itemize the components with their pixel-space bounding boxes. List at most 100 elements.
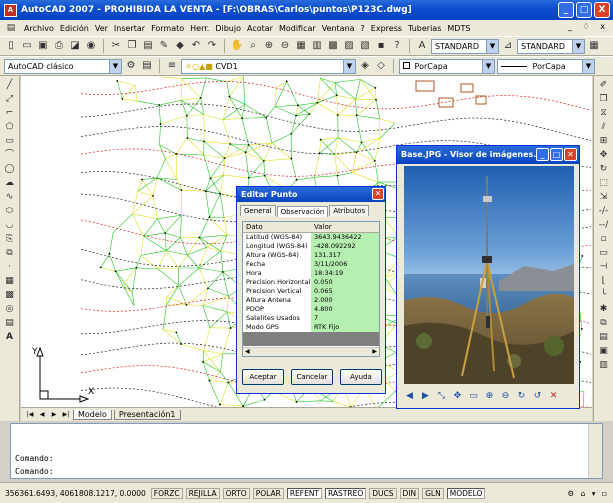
menu-tuberias[interactable]: Tuberias xyxy=(408,24,441,33)
stretch-icon[interactable]: ⇲ xyxy=(597,190,611,203)
hatch-icon[interactable]: ▦ xyxy=(3,274,17,287)
rectangle-icon[interactable]: ▭ xyxy=(3,134,17,147)
layer-previous-icon[interactable]: ◇ xyxy=(374,59,388,73)
row-value[interactable]: 7 xyxy=(311,314,379,323)
insert-block-icon[interactable]: ⎘ xyxy=(3,232,17,245)
row-value[interactable]: 4.800 xyxy=(311,305,379,314)
paste-icon[interactable]: ▤ xyxy=(141,39,155,53)
toggle-forzc[interactable]: FORZC xyxy=(150,487,183,499)
redo-icon[interactable]: ↷ xyxy=(205,39,219,53)
construction-line-icon[interactable]: ⤢ xyxy=(3,92,17,105)
explode-icon[interactable]: ✱ xyxy=(597,302,611,315)
region-icon[interactable]: ◎ xyxy=(3,302,17,315)
rotate-counterclockwise-icon[interactable]: ↺ xyxy=(531,390,544,403)
row-value[interactable]: -428.092292 xyxy=(311,242,379,251)
table-row[interactable]: Satelites Usados 7 xyxy=(243,314,379,323)
coordinates-readout[interactable]: 356361.6493, 4061808.1217, 0.0000 xyxy=(3,488,148,498)
menu-dibujo[interactable]: Dibujo xyxy=(215,24,241,33)
menu-ayuda[interactable]: ? xyxy=(361,24,365,33)
table-icon[interactable]: ▤ xyxy=(3,316,17,329)
line-icon[interactable]: ╱ xyxy=(3,78,17,91)
area-icon[interactable]: ▥ xyxy=(597,358,611,371)
tool-palettes-icon[interactable]: ▩ xyxy=(326,39,340,53)
chevron-down-icon[interactable]: ▼ xyxy=(482,59,494,73)
close-button[interactable]: X xyxy=(594,2,610,18)
column-dato[interactable]: Dato xyxy=(243,222,311,232)
move-icon[interactable]: ✥ xyxy=(597,148,611,161)
slideshow-icon[interactable]: ▭ xyxy=(467,390,480,403)
menu-mdts[interactable]: MDTS xyxy=(447,24,470,33)
table-row[interactable]: Longitud (WGS-84) -428.092292 xyxy=(243,242,379,251)
dialog-close-button[interactable]: ✕ xyxy=(372,188,384,200)
revision-cloud-icon[interactable]: ☁ xyxy=(3,176,17,189)
table-row[interactable]: Latitud (WGS-84) 3643.9436422 xyxy=(243,233,379,242)
toggle-gln[interactable]: GLN xyxy=(422,487,444,499)
sheet-set-icon[interactable]: ▨ xyxy=(342,39,356,53)
chevron-down-icon[interactable]: ▼ xyxy=(572,39,584,53)
rotate-icon[interactable]: ↻ xyxy=(597,162,611,175)
toggle-orto[interactable]: ORTO xyxy=(222,487,250,499)
viewer-minimize-button[interactable]: _ xyxy=(536,148,549,161)
extend-icon[interactable]: --/ xyxy=(597,218,611,231)
table-row[interactable]: Altura (WGS-84) 131.317 xyxy=(243,251,379,260)
make-current-layer-icon[interactable]: ◈ xyxy=(358,59,372,73)
open-icon[interactable]: ▭ xyxy=(20,39,34,53)
scroll-right-icon[interactable]: ▶ xyxy=(372,348,377,355)
properties-icon[interactable]: ▦ xyxy=(294,39,308,53)
draw-order-icon[interactable]: ⧉ xyxy=(597,316,611,329)
preview-icon[interactable]: ◪ xyxy=(68,39,82,53)
cancelar-button[interactable]: Cancelar xyxy=(291,369,333,385)
chevron-down-icon[interactable]: ▼ xyxy=(343,59,355,73)
gradient-icon[interactable]: ▩ xyxy=(3,288,17,301)
help-icon[interactable]: ? xyxy=(390,39,404,53)
toggle-polar[interactable]: POLAR xyxy=(252,487,284,499)
ayuda-button[interactable]: Ayuda xyxy=(340,369,382,385)
plot-icon[interactable]: ⎙ xyxy=(52,39,66,53)
best-fit-icon[interactable]: ⤡ xyxy=(435,390,448,403)
menu-herr[interactable]: Herr. xyxy=(190,24,209,33)
text-style-select[interactable]: STANDARD ▼ xyxy=(431,38,499,54)
dim-style-select[interactable]: STANDARD ▼ xyxy=(517,38,585,54)
ellipse-icon[interactable]: ⬭ xyxy=(3,204,17,217)
chevron-down-icon[interactable]: ▼ xyxy=(582,59,594,73)
grid-horizontal-scrollbar[interactable]: ◀ ▶ xyxy=(243,347,379,356)
layer-manager-icon[interactable]: ▤ xyxy=(140,59,154,73)
tab-modelo[interactable]: Modelo xyxy=(73,409,112,420)
delete-icon[interactable]: ✕ xyxy=(547,390,560,403)
cut-icon[interactable]: ✂ xyxy=(109,39,123,53)
zoom-previous-icon[interactable]: ⊖ xyxy=(278,39,292,53)
array-icon[interactable]: ⊞ xyxy=(597,134,611,147)
toggle-din[interactable]: DIN xyxy=(399,487,420,499)
polygon-icon[interactable]: ⬠ xyxy=(3,120,17,133)
table-row[interactable]: Precision Horizontal 0.050 xyxy=(243,278,379,287)
make-block-icon[interactable]: ⧉ xyxy=(3,246,17,259)
menu-express[interactable]: Express xyxy=(371,24,402,33)
toggle-rejilla[interactable]: REJILLA xyxy=(185,487,220,499)
menu-acotar[interactable]: Acotar xyxy=(247,24,273,33)
ellipse-arc-icon[interactable]: ◡ xyxy=(3,218,17,231)
viewer-maximize-button[interactable]: □ xyxy=(550,148,563,161)
row-value[interactable]: 131.317 xyxy=(311,251,379,260)
rotate-clockwise-icon[interactable]: ↻ xyxy=(515,390,528,403)
menu-formato[interactable]: Formato xyxy=(151,24,184,33)
next-tab-icon[interactable]: ▶ xyxy=(49,410,59,420)
calculator-icon[interactable]: ▪ xyxy=(374,39,388,53)
publish-icon[interactable]: ◉ xyxy=(84,39,98,53)
point-icon[interactable]: · xyxy=(3,260,17,273)
tab-atributos[interactable]: Atributos xyxy=(329,205,370,216)
tab-general[interactable]: General xyxy=(240,205,276,216)
minimize-button[interactable]: _ xyxy=(558,2,574,18)
table-row[interactable]: PDOP 4.800 xyxy=(243,305,379,314)
viewer-close-button[interactable]: ✕ xyxy=(564,148,577,161)
toggle-rastreo[interactable]: RASTREO xyxy=(325,487,367,499)
menu-ventana[interactable]: Ventana xyxy=(322,24,355,33)
pan-icon[interactable]: ✋ xyxy=(230,39,244,53)
toggle-modelo[interactable]: MODELO xyxy=(446,487,486,499)
table-row[interactable]: Hora 18:34:19 xyxy=(243,269,379,278)
scale-icon[interactable]: ⬚ xyxy=(597,176,611,189)
layer-select[interactable]: ☼○▲■ CVD1 ▼ xyxy=(181,58,356,74)
menu-archivo[interactable]: Archivo xyxy=(24,24,54,33)
table-row[interactable]: Modo GPS RTK Fijo xyxy=(243,323,379,332)
tab-observacion[interactable]: Observación xyxy=(276,206,329,217)
circle-icon[interactable]: ◯ xyxy=(3,162,17,175)
